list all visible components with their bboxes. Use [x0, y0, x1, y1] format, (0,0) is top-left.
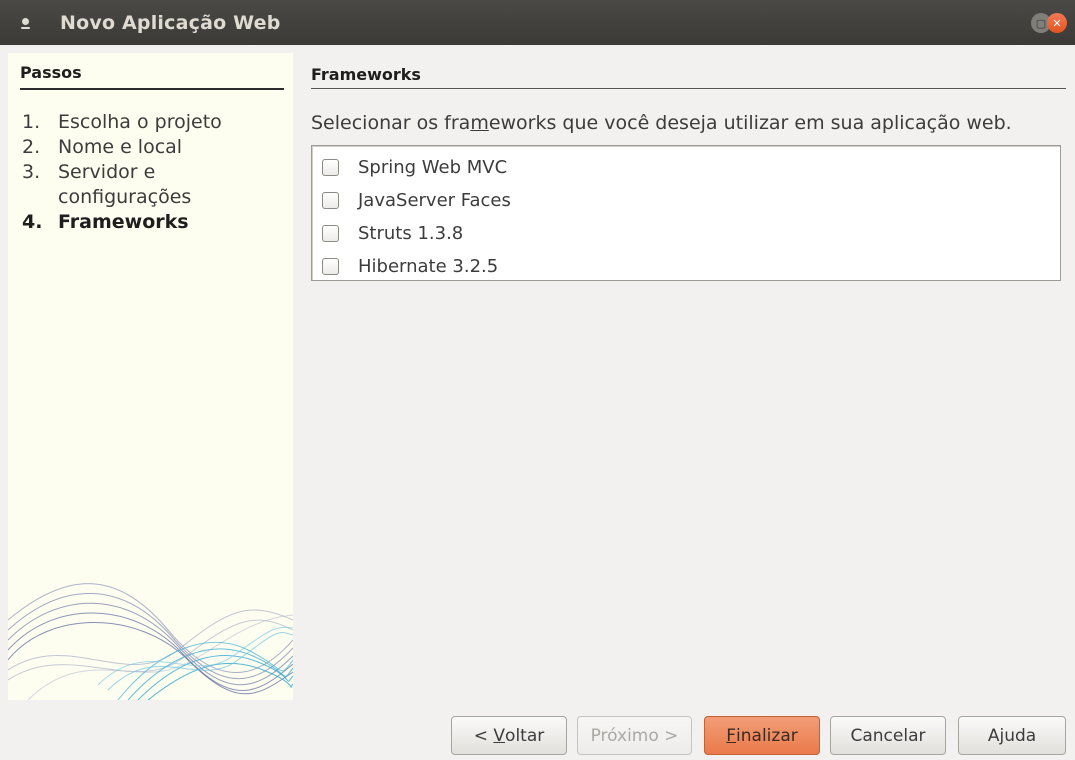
framework-item-jsf[interactable]: JavaServer Faces [312, 184, 1060, 217]
framework-item-struts[interactable]: Struts 1.3.8 [312, 217, 1060, 250]
help-label: uda [1004, 725, 1037, 746]
cancel-button[interactable]: Cancelar [830, 716, 946, 755]
finish-label: inalizar [736, 725, 798, 746]
step-label: Servidor e configurações [58, 161, 192, 208]
instruction-part: Selecionar os fra [311, 112, 471, 134]
steps-list: 1. Escolha o projeto 2. Nome e local 3. … [22, 110, 258, 235]
help-label: A [987, 725, 1000, 746]
help-button[interactable]: Aj uda [958, 716, 1066, 755]
framework-label: Spring Web MVC [358, 157, 508, 178]
steps-header: Passos [20, 63, 284, 90]
checkbox[interactable] [322, 192, 339, 209]
step-number: 2. [22, 136, 41, 158]
window-controls: ▢ ✕ [1031, 13, 1067, 33]
step-item-4-current: 4. Frameworks [22, 210, 258, 235]
back-label: < [473, 725, 494, 746]
step-number: 4. [22, 211, 43, 233]
title-bar: Novo Aplicação Web ▢ ✕ [0, 0, 1075, 45]
back-mnemonic: V [493, 725, 506, 746]
framework-label: Struts 1.3.8 [358, 223, 464, 244]
framework-item-spring[interactable]: Spring Web MVC [312, 151, 1060, 184]
window-title: Novo Aplicação Web [60, 11, 281, 34]
checkbox[interactable] [322, 258, 339, 275]
step-label: Escolha o projeto [58, 111, 222, 133]
finish-button[interactable]: Finalizar [704, 716, 820, 755]
framework-label: Hibernate 3.2.5 [358, 256, 499, 277]
app-icon [19, 16, 33, 30]
content-header: Frameworks [311, 65, 1066, 89]
instruction-mnemonic: m [470, 112, 489, 134]
step-item-3: 3. Servidor e configurações [22, 160, 258, 210]
instruction-part: eworks que você deseja utilizar em sua a… [488, 112, 1012, 134]
step-number: 1. [22, 111, 41, 133]
step-item-2: 2. Nome e local [22, 135, 258, 160]
steps-panel: Passos 1. Escolha o projeto 2. Nome e lo… [8, 53, 293, 700]
step-item-1: 1. Escolha o projeto [22, 110, 258, 135]
framework-item-hibernate[interactable]: Hibernate 3.2.5 [312, 250, 1060, 283]
step-label: Nome e local [58, 136, 183, 158]
step-label: Frameworks [58, 211, 189, 233]
finish-mnemonic: F [726, 725, 737, 746]
next-button[interactable]: Próximo > [577, 716, 692, 755]
wave-decoration-image [8, 583, 293, 700]
frameworks-list: Spring Web MVC JavaServer Faces Struts 1… [311, 145, 1061, 281]
step-number: 3. [22, 161, 41, 183]
back-label: oltar [505, 725, 545, 746]
framework-label: JavaServer Faces [358, 190, 511, 211]
button-bar: < Voltar Próximo > Finalizar Cancelar Aj… [0, 716, 1075, 760]
instruction-text: Selecionar os frameworks que você deseja… [311, 112, 1012, 134]
checkbox[interactable] [322, 225, 339, 242]
close-icon[interactable]: ✕ [1047, 13, 1067, 33]
back-button[interactable]: < Voltar [451, 716, 567, 755]
checkbox[interactable] [322, 159, 339, 176]
